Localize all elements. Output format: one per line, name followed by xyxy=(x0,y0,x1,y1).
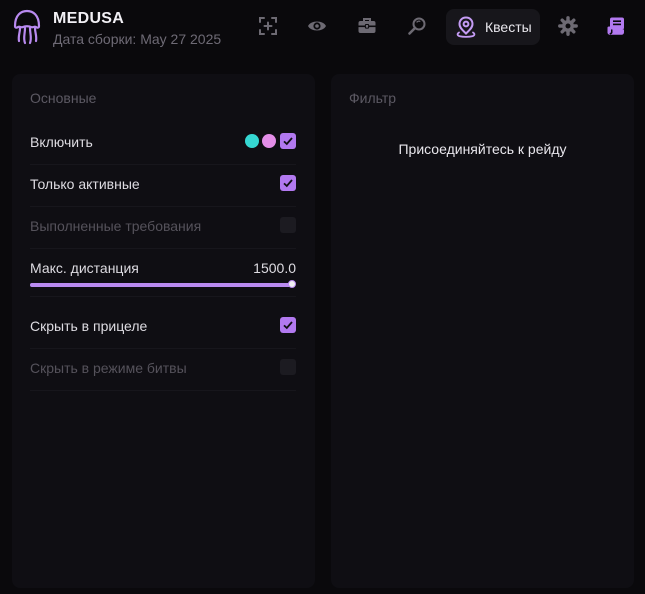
main-panel-title: Основные xyxy=(30,90,97,106)
nav-aim-button[interactable] xyxy=(253,11,283,41)
setting-row-max-distance: Макс. дистанция 1500.0 xyxy=(30,248,296,297)
nav-configs-button[interactable] xyxy=(601,11,631,41)
app-header: MEDUSA Дата сборки: May 27 2025 Квесты xyxy=(0,0,645,60)
setting-row-hide-in-battle: Скрыть в режиме битвы xyxy=(30,348,296,391)
map-pin-icon xyxy=(456,16,476,38)
checkmark-icon xyxy=(283,321,293,330)
filter-panel-title: Фильтр xyxy=(349,90,397,106)
setting-row-enable: Включить xyxy=(30,122,296,165)
nav-items-button[interactable] xyxy=(352,11,382,41)
join-raid-message: Присоединяйтесь к рейду xyxy=(398,141,567,157)
filter-panel: Фильтр Присоединяйтесь к рейду xyxy=(331,74,634,588)
eye-icon xyxy=(308,21,326,31)
max-distance-value: 1500.0 xyxy=(253,260,296,276)
max-distance-label: Макс. дистанция xyxy=(30,260,139,276)
nav-quests-button[interactable]: Квесты xyxy=(446,9,540,45)
hide-in-scope-label: Скрыть в прицеле xyxy=(30,318,148,334)
setting-row-hide-in-scope: Скрыть в прицеле xyxy=(30,306,296,349)
nav-settings-button[interactable] xyxy=(553,11,583,41)
only-active-checkbox[interactable] xyxy=(280,175,296,191)
crosshair-icon xyxy=(259,17,277,35)
jellyfish-logo-icon xyxy=(13,9,41,45)
build-date: Дата сборки: May 27 2025 xyxy=(53,31,222,47)
nav-quests-label: Квесты xyxy=(485,19,532,35)
max-distance-slider[interactable] xyxy=(30,280,296,288)
gear-icon xyxy=(558,16,578,36)
search-icon xyxy=(408,17,426,35)
main-settings-panel: Основные Включить Только активные Выполн… xyxy=(12,74,315,588)
enable-label: Включить xyxy=(30,134,93,150)
checkmark-icon xyxy=(283,137,293,146)
setting-row-completed-requirements: Выполненные требования xyxy=(30,206,296,249)
nav-search-button[interactable] xyxy=(402,11,432,41)
enable-checkbox[interactable] xyxy=(280,133,296,149)
enable-color-swatch-pink[interactable] xyxy=(262,134,276,148)
completed-requirements-label: Выполненные требования xyxy=(30,218,202,234)
hide-in-battle-label: Скрыть в режиме битвы xyxy=(30,360,187,376)
briefcase-icon xyxy=(358,18,376,33)
app-title: MEDUSA xyxy=(53,10,125,27)
enable-color-swatch-cyan[interactable] xyxy=(245,134,259,148)
slider-handle[interactable] xyxy=(288,280,296,288)
only-active-label: Только активные xyxy=(30,176,140,192)
hide-in-battle-checkbox[interactable] xyxy=(280,359,296,375)
nav-visuals-button[interactable] xyxy=(302,11,332,41)
receipt-icon xyxy=(607,17,624,35)
completed-requirements-checkbox[interactable] xyxy=(280,217,296,233)
setting-row-only-active: Только активные xyxy=(30,164,296,207)
checkmark-icon xyxy=(283,179,293,188)
slider-fill xyxy=(30,283,292,287)
hide-in-scope-checkbox[interactable] xyxy=(280,317,296,333)
